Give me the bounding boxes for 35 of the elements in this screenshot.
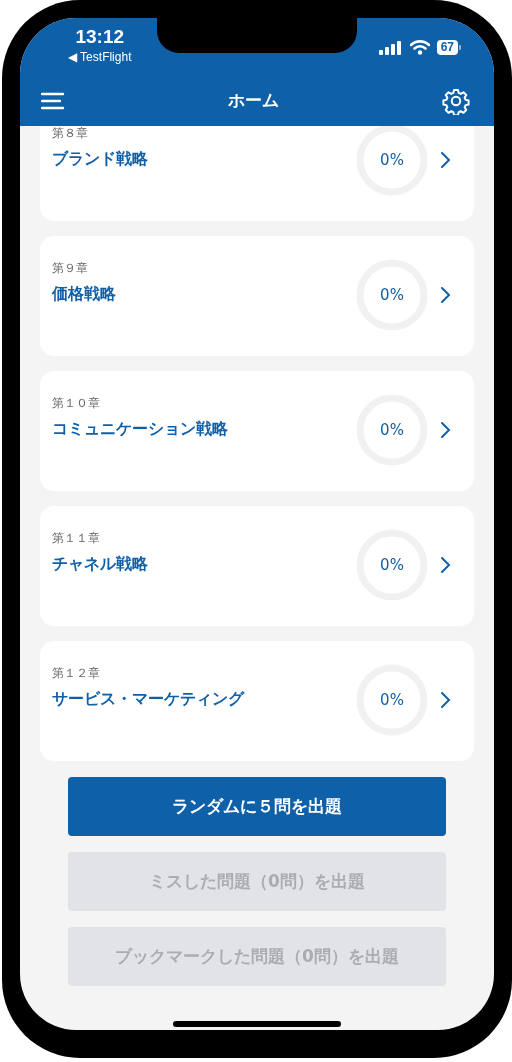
progress-percent: 0% xyxy=(380,286,404,304)
chapter-number: 第９章 xyxy=(52,260,89,277)
settings-icon[interactable] xyxy=(442,86,470,115)
progress-percent: 0% xyxy=(380,151,404,169)
battery-level: 67 xyxy=(436,40,458,55)
chapter-title: コミュニケーション戦略 xyxy=(52,419,229,440)
chevron-right-icon xyxy=(440,421,452,439)
status-time: 13:12 xyxy=(75,26,125,48)
chapter-card[interactable]: 第１０章 コミュニケーション戦略 0% xyxy=(40,371,474,491)
chevron-right-icon xyxy=(440,151,452,169)
chapter-title: 価格戦略 xyxy=(52,284,117,305)
chapter-title: ブランド戦略 xyxy=(52,149,149,170)
chapter-number: 第１０章 xyxy=(52,395,101,412)
chapter-title: チャネル戦略 xyxy=(52,554,149,575)
chapter-number: 第１１章 xyxy=(52,530,101,547)
progress-percent: 0% xyxy=(380,691,404,709)
quiz-button[interactable]: ランダムに５問を出題 xyxy=(68,777,446,836)
chevron-right-icon xyxy=(440,556,452,574)
chapter-card[interactable]: 第１１章 チャネル戦略 0% xyxy=(40,506,474,626)
progress-percent: 0% xyxy=(380,556,404,574)
chapter-card[interactable]: 第１２章 サービス・マーケティング 0% xyxy=(40,641,474,761)
chapter-number: 第１２章 xyxy=(52,665,101,682)
signal-icon xyxy=(378,40,403,55)
chapter-title: サービス・マーケティング xyxy=(52,689,246,710)
chapter-card[interactable]: 第９章 価格戦略 0% xyxy=(40,236,474,356)
screen-title: ホーム xyxy=(228,89,279,112)
chevron-right-icon xyxy=(440,286,452,304)
chapter-card[interactable]: 第８章 ブランド戦略 0% xyxy=(40,126,474,221)
chevron-right-icon xyxy=(440,691,452,709)
menu-icon[interactable] xyxy=(41,91,65,110)
progress-ring xyxy=(356,126,428,196)
wifi-icon xyxy=(409,40,430,55)
back-to-app-link[interactable]: ◀ TestFlight xyxy=(68,50,132,64)
progress-percent: 0% xyxy=(380,421,404,439)
chapter-number: 第８章 xyxy=(52,126,89,142)
